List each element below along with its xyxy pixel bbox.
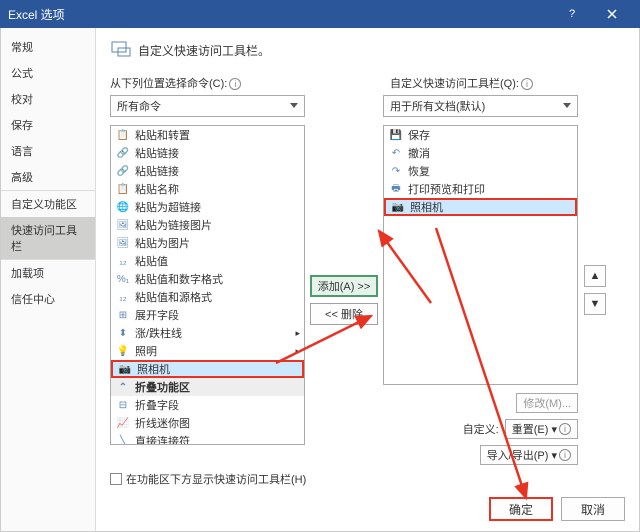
sidebar-item-advanced[interactable]: 高级 — [1, 164, 95, 190]
paste-link-icon: 🔗 — [115, 164, 131, 179]
customize-label: 自定义: — [463, 421, 499, 437]
redo-icon: ↷ — [388, 164, 404, 179]
list-item[interactable]: ⌃折叠功能区 — [111, 378, 304, 396]
list-item-camera[interactable]: 📷照相机 — [384, 198, 577, 216]
undo-icon: ↶ — [388, 146, 404, 161]
list-item[interactable]: 🖼粘贴为图片 — [111, 234, 304, 252]
remove-button[interactable]: << 删除 — [310, 303, 378, 325]
dialog-title: Excel 选项 — [8, 6, 552, 23]
camera-icon: 📷 — [390, 200, 406, 215]
list-item[interactable]: 📋粘贴名称 — [111, 180, 304, 198]
info-icon: i — [229, 78, 241, 90]
hyperlink-icon: 🌐 — [115, 200, 131, 215]
list-item[interactable]: ╲直接连接符 — [111, 432, 304, 444]
qat-commands-listbox[interactable]: 💾保存 ↶撤消 ↷恢复 🖶打印预览和打印 📷照相机 — [383, 125, 578, 385]
sidebar-item-qat[interactable]: 快速访问工具栏 — [1, 217, 95, 259]
updown-bars-icon: ⬍ — [115, 326, 131, 341]
camera-icon: 📷 — [117, 362, 133, 377]
list-item[interactable]: ⬍涨/跌柱线▸ — [111, 324, 304, 342]
reset-dropdown[interactable]: 重置(E) ▾i — [505, 419, 578, 439]
paste-name-icon: 📋 — [115, 182, 131, 197]
list-item[interactable]: ⊞展开字段 — [111, 306, 304, 324]
list-item[interactable]: ↷恢复 — [384, 162, 577, 180]
sidebar-item-save[interactable]: 保存 — [1, 112, 95, 138]
ok-button[interactable]: 确定 — [489, 497, 553, 521]
paste-values-num-icon: %₁ — [115, 272, 131, 287]
move-down-button[interactable]: ▼ — [584, 293, 606, 315]
paste-values-icon: ₁₂ — [115, 254, 131, 269]
list-item[interactable]: %₁粘贴值和数字格式 — [111, 270, 304, 288]
list-item[interactable]: ₁₂粘贴值 — [111, 252, 304, 270]
sidebar-item-language[interactable]: 语言 — [1, 138, 95, 164]
customize-qat-label: 自定义快速访问工具栏(Q):i — [390, 75, 533, 91]
picture-icon: 🖼 — [115, 236, 131, 251]
list-item[interactable]: 🔗粘贴链接 — [111, 162, 304, 180]
list-item[interactable]: 🖶打印预览和打印 — [384, 180, 577, 198]
info-icon: i — [559, 423, 571, 435]
collapse-field-icon: ⊟ — [115, 398, 131, 413]
show-below-ribbon-label: 在功能区下方显示快速访问工具栏(H) — [126, 471, 306, 487]
list-item[interactable]: ⊟折叠字段 — [111, 396, 304, 414]
qat-icon — [110, 38, 132, 63]
show-below-ribbon-checkbox[interactable] — [110, 473, 122, 485]
info-icon: i — [521, 78, 533, 90]
expand-icon: ⊞ — [115, 308, 131, 323]
chevron-down-icon — [563, 103, 571, 108]
chevron-down-icon: ▼ — [590, 298, 601, 310]
list-item[interactable]: 📈折线迷你图 — [111, 414, 304, 432]
modify-button[interactable]: 修改(M)... — [516, 393, 578, 413]
sidebar-item-formulas[interactable]: 公式 — [1, 60, 95, 86]
close-button[interactable] — [592, 0, 632, 28]
list-item[interactable]: 🔗粘贴链接 — [111, 144, 304, 162]
paste-link-icon: 🔗 — [115, 146, 131, 161]
list-item[interactable]: ₁₂粘贴值和源格式 — [111, 288, 304, 306]
list-item-camera[interactable]: 📷照相机 — [111, 360, 304, 378]
sidebar-item-general[interactable]: 常规 — [1, 34, 95, 60]
list-item[interactable]: ↶撤消 — [384, 144, 577, 162]
line-icon: ╲ — [115, 434, 131, 445]
picture-link-icon: 🖼 — [115, 218, 131, 233]
help-button[interactable]: ? — [552, 0, 592, 28]
cancel-button[interactable]: 取消 — [561, 497, 625, 521]
info-icon: i — [559, 449, 571, 461]
collapse-icon: ⌃ — [115, 380, 131, 395]
close-icon — [605, 7, 619, 21]
list-item[interactable]: 💡照明▸ — [111, 342, 304, 360]
sidebar-item-trust[interactable]: 信任中心 — [1, 286, 95, 312]
sparkline-icon: 📈 — [115, 416, 131, 431]
move-up-button[interactable]: ▲ — [584, 265, 606, 287]
sidebar-item-customize-ribbon[interactable]: 自定义功能区 — [1, 191, 95, 217]
chevron-down-icon — [290, 103, 298, 108]
commands-source-select[interactable]: 所有命令 — [110, 95, 305, 117]
paste-icon: 📋 — [115, 128, 131, 143]
list-item[interactable]: 💾保存 — [384, 126, 577, 144]
sidebar-item-proofing[interactable]: 校对 — [1, 86, 95, 112]
list-item[interactable]: 🌐粘贴为超链接 — [111, 198, 304, 216]
chevron-up-icon: ▲ — [590, 270, 601, 282]
light-icon: 💡 — [115, 344, 131, 359]
qat-target-select[interactable]: 用于所有文档(默认) — [383, 95, 578, 117]
sidebar-item-addins[interactable]: 加载项 — [1, 260, 95, 286]
list-item[interactable]: 📋粘贴和转置 — [111, 126, 304, 144]
choose-commands-label: 从下列位置选择命令(C):i — [110, 75, 315, 91]
available-commands-listbox[interactable]: 📋粘贴和转置 🔗粘贴链接 🔗粘贴链接 📋粘贴名称 🌐粘贴为超链接 🖼粘贴为链接图… — [110, 125, 305, 445]
page-title: 自定义快速访问工具栏。 — [138, 42, 270, 59]
print-icon: 🖶 — [388, 182, 404, 197]
paste-values-src-icon: ₁₂ — [115, 290, 131, 305]
add-button[interactable]: 添加(A) >> — [310, 275, 378, 297]
category-sidebar: 常规 公式 校对 保存 语言 高级 自定义功能区 快速访问工具栏 加载项 信任中… — [1, 28, 96, 531]
list-item[interactable]: 🖼粘贴为链接图片 — [111, 216, 304, 234]
save-icon: 💾 — [388, 128, 404, 143]
import-export-dropdown[interactable]: 导入/导出(P) ▾i — [480, 445, 578, 465]
